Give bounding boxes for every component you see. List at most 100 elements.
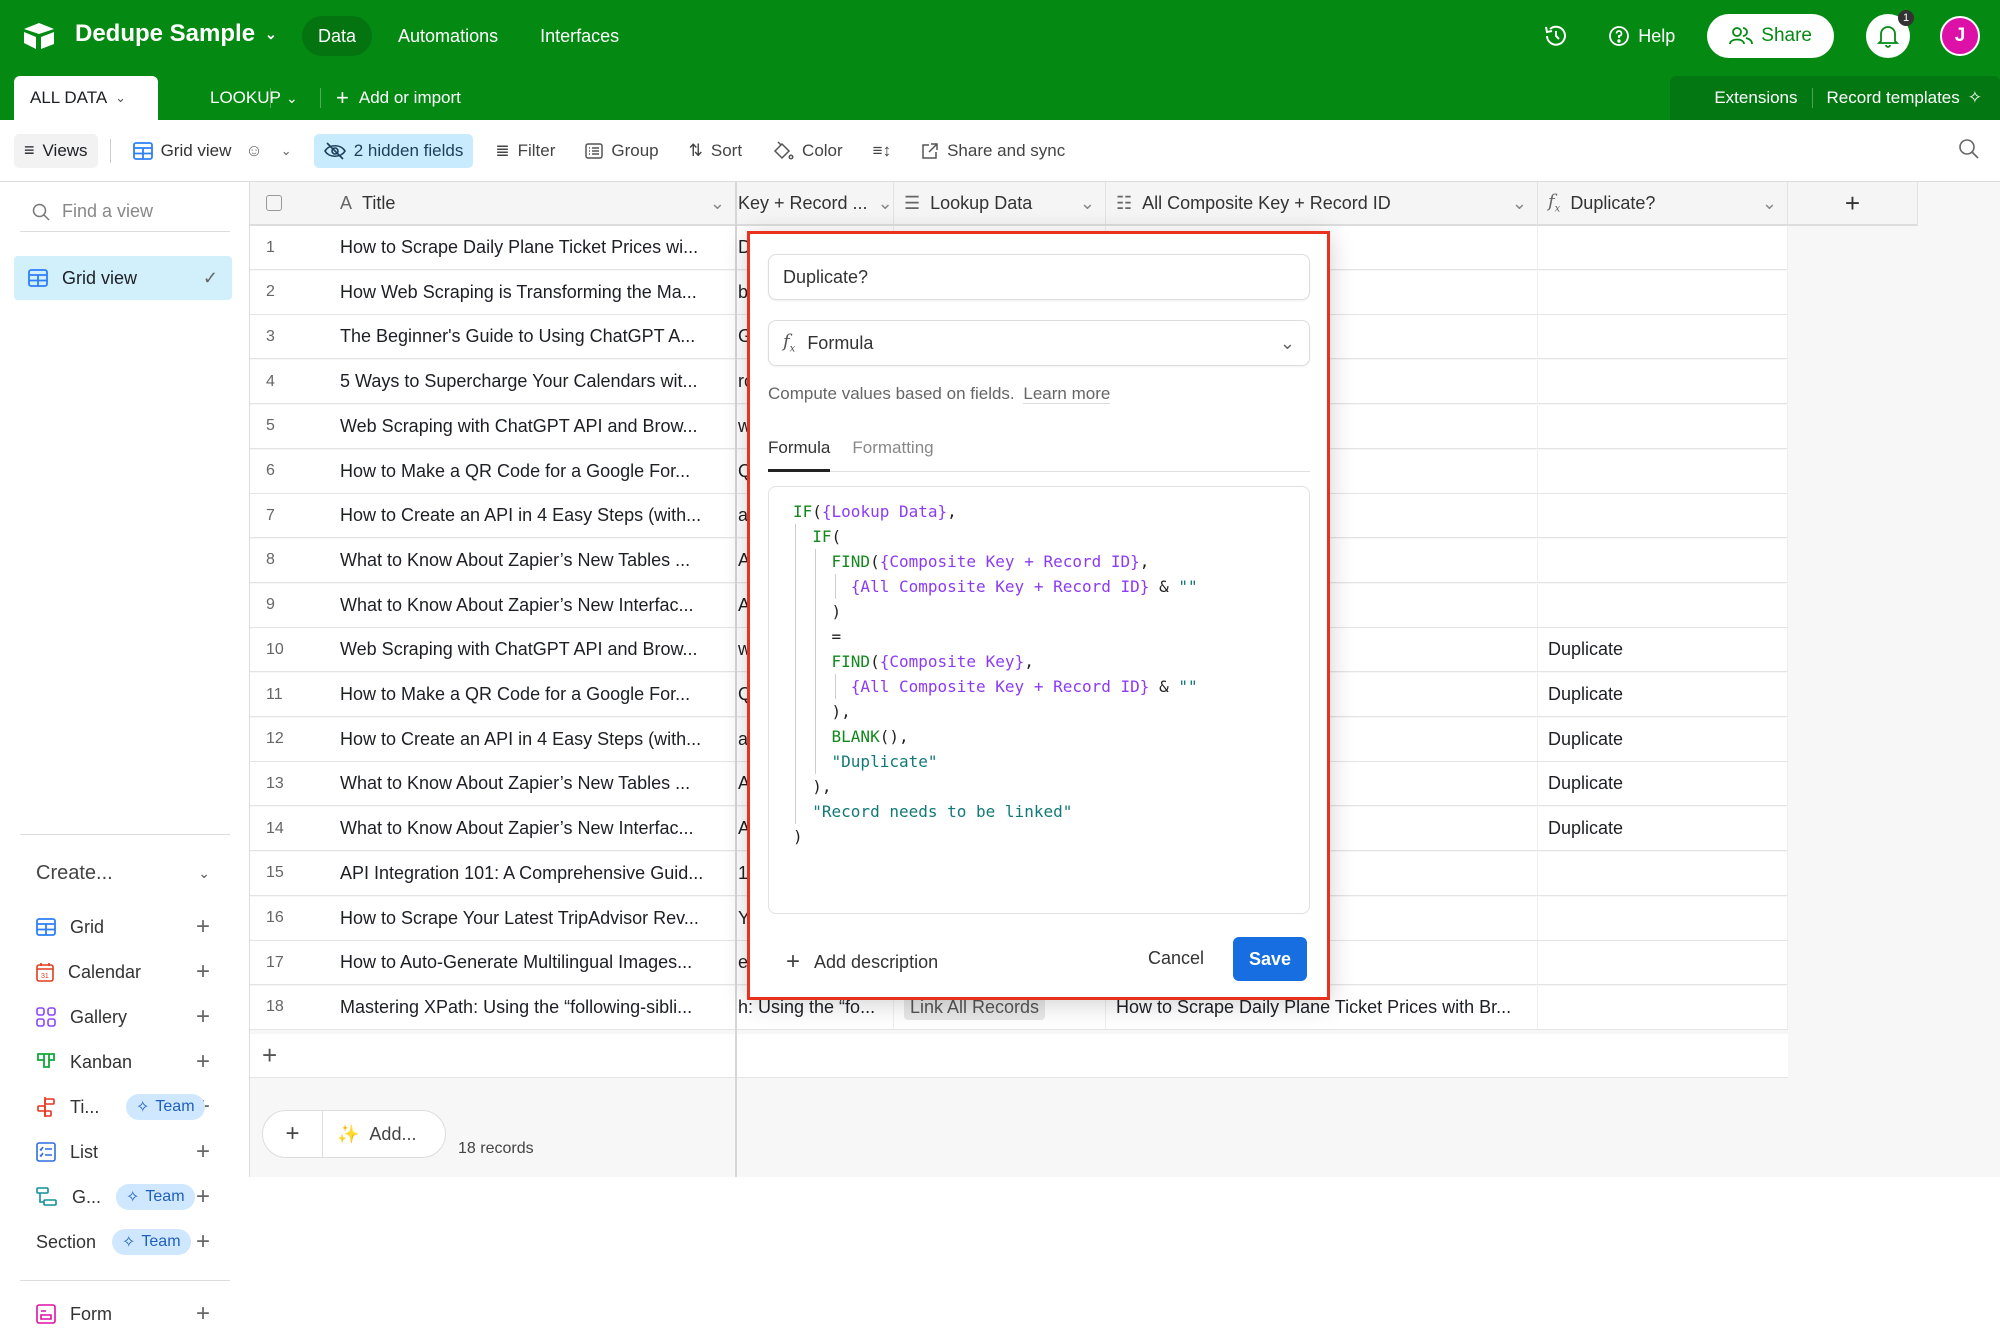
- row-number[interactable]: 15: [250, 851, 330, 896]
- chevron-down-icon[interactable]: ⌄: [878, 193, 893, 214]
- cell-title[interactable]: How Web Scraping is Transforming the Ma.…: [330, 270, 736, 315]
- create-section-toggle[interactable]: Create... ⌄: [36, 862, 210, 885]
- add-record-button[interactable]: +: [263, 1111, 323, 1157]
- field-name-input[interactable]: Duplicate?: [768, 254, 1310, 300]
- record-templates-button[interactable]: Record templates ✧: [1827, 88, 1982, 108]
- tab-formatting[interactable]: Formatting: [852, 438, 933, 472]
- learn-more-link[interactable]: Learn more: [1023, 384, 1111, 404]
- cell-title[interactable]: How to Create an API in 4 Easy Steps (wi…: [330, 717, 736, 762]
- cell-title[interactable]: How to Make a QR Code for a Google For..…: [330, 673, 736, 717]
- row-number[interactable]: 1: [250, 226, 330, 270]
- column-header-all-composite-key[interactable]: ☷ All Composite Key + Record ID ⌄: [1106, 182, 1538, 226]
- create-gallery[interactable]: Gallery +: [36, 1000, 210, 1034]
- plus-icon[interactable]: +: [196, 1230, 210, 1254]
- row-number[interactable]: 16: [250, 896, 330, 941]
- tab-formula[interactable]: Formula: [768, 438, 831, 472]
- row-number[interactable]: 11: [250, 673, 330, 717]
- column-header-lookup-data[interactable]: ☰ Lookup Data ⌄: [894, 182, 1106, 226]
- cell-duplicate[interactable]: [1538, 896, 1788, 941]
- help-button[interactable]: Help: [1608, 25, 1675, 47]
- row-number[interactable]: 6: [250, 449, 330, 494]
- view-switcher[interactable]: Grid view ☺ ⌄: [123, 134, 302, 168]
- chevron-down-icon[interactable]: ⌄: [710, 193, 725, 214]
- row-number[interactable]: 14: [250, 807, 330, 852]
- cell-title[interactable]: What to Know About Zapier’s New Tables .…: [330, 538, 736, 583]
- cell-duplicate[interactable]: [1538, 941, 1788, 986]
- sort-button[interactable]: ⇅ Sort: [679, 134, 752, 168]
- row-number[interactable]: 13: [250, 762, 330, 807]
- cell-title[interactable]: How to Scrape Daily Plane Ticket Prices …: [330, 226, 736, 270]
- create-kanban[interactable]: Kanban +: [36, 1045, 210, 1079]
- cell-title[interactable]: Web Scraping with ChatGPT API and Brow..…: [330, 404, 736, 449]
- plus-icon[interactable]: +: [196, 1302, 210, 1326]
- cell-duplicate[interactable]: [1538, 449, 1788, 494]
- cell-duplicate[interactable]: Duplicate: [1538, 807, 1788, 852]
- find-view-input[interactable]: Find a view: [20, 192, 230, 232]
- row-number[interactable]: 7: [250, 494, 330, 539]
- row-number[interactable]: 3: [250, 315, 330, 360]
- cell-title[interactable]: How to Make a QR Code for a Google For..…: [330, 449, 736, 494]
- cell-duplicate[interactable]: [1538, 315, 1788, 360]
- avatar[interactable]: J: [1940, 16, 1980, 56]
- notifications-button[interactable]: 1: [1866, 10, 1914, 58]
- create-list[interactable]: List +: [36, 1135, 210, 1169]
- cell-title[interactable]: How to Auto-Generate Multilingual Images…: [330, 941, 736, 986]
- cell-duplicate[interactable]: [1538, 404, 1788, 449]
- add-record-row[interactable]: +: [250, 1034, 1788, 1078]
- cell-title[interactable]: What to Know About Zapier’s New Interfac…: [330, 583, 736, 628]
- row-number[interactable]: 2: [250, 270, 330, 315]
- row-number[interactable]: 5: [250, 404, 330, 449]
- cell-title[interactable]: Mastering XPath: Using the “following-si…: [330, 985, 736, 1030]
- hidden-fields-button[interactable]: 2 hidden fields: [313, 133, 474, 168]
- cancel-button[interactable]: Cancel: [1148, 948, 1204, 969]
- row-number[interactable]: 10: [250, 628, 330, 673]
- cell-duplicate[interactable]: [1538, 226, 1788, 270]
- create-timeline[interactable]: Ti... ✧Team +: [36, 1090, 210, 1124]
- row-number[interactable]: 4: [250, 360, 330, 405]
- field-type-select[interactable]: fx Formula ⌄: [768, 320, 1310, 366]
- cell-duplicate[interactable]: [1538, 538, 1788, 583]
- chevron-down-icon[interactable]: ⌄: [1762, 193, 1777, 214]
- add-field-button[interactable]: +: [1788, 182, 1918, 226]
- add-with-ai-button[interactable]: ✨ Add...: [323, 1124, 445, 1145]
- history-icon[interactable]: [1542, 22, 1570, 50]
- cell-duplicate[interactable]: Duplicate: [1538, 717, 1788, 762]
- create-calendar[interactable]: 31 Calendar +: [36, 955, 210, 989]
- chevron-down-icon[interactable]: ⌄: [1080, 193, 1095, 214]
- nav-automations[interactable]: Automations: [382, 16, 514, 56]
- share-sync-button[interactable]: Share and sync: [911, 134, 1075, 168]
- filter-button[interactable]: ≣ Filter: [485, 134, 565, 168]
- cell-duplicate[interactable]: Duplicate: [1538, 628, 1788, 673]
- create-form[interactable]: Form +: [36, 1297, 210, 1331]
- plus-icon[interactable]: +: [196, 1005, 210, 1029]
- plus-icon[interactable]: +: [196, 1140, 210, 1164]
- cell-title[interactable]: The Beginner's Guide to Using ChatGPT A.…: [330, 315, 736, 360]
- create-section[interactable]: Section ✧ Team +: [36, 1225, 210, 1259]
- cell-duplicate[interactable]: [1538, 851, 1788, 896]
- row-number[interactable]: 18: [250, 985, 330, 1030]
- cell-duplicate[interactable]: Duplicate: [1538, 762, 1788, 807]
- sidebar-item-grid-view[interactable]: Grid view ✓: [14, 256, 232, 300]
- column-header-title[interactable]: A Title ⌄: [330, 182, 736, 226]
- column-header-composite-key[interactable]: Key + Record ... ⌄: [736, 182, 894, 226]
- airtable-logo-icon[interactable]: [22, 22, 56, 50]
- cell-title[interactable]: Web Scraping with ChatGPT API and Brow..…: [330, 628, 736, 673]
- plus-icon[interactable]: +: [196, 960, 210, 984]
- row-number[interactable]: 12: [250, 717, 330, 762]
- chevron-down-icon[interactable]: ⌄: [1512, 193, 1527, 214]
- extensions-button[interactable]: Extensions: [1714, 88, 1797, 108]
- cell-duplicate[interactable]: [1538, 494, 1788, 539]
- group-button[interactable]: Group: [575, 134, 668, 168]
- nav-data[interactable]: Data: [302, 16, 373, 56]
- select-all-checkbox[interactable]: [266, 195, 282, 211]
- cell-title[interactable]: What to Know About Zapier’s New Interfac…: [330, 807, 736, 852]
- create-grid[interactable]: Grid +: [36, 910, 210, 944]
- create-gantt[interactable]: G... ✧ Team +: [36, 1180, 210, 1214]
- plus-icon[interactable]: +: [196, 1050, 210, 1074]
- row-number[interactable]: 8: [250, 538, 330, 583]
- cell-title[interactable]: 5 Ways to Supercharge Your Calendars wit…: [330, 360, 736, 405]
- tab-all-data[interactable]: ALL DATA ⌄: [14, 76, 158, 120]
- cell-title[interactable]: What to Know About Zapier’s New Tables .…: [330, 762, 736, 807]
- column-header-duplicate[interactable]: fx Duplicate? ⌄: [1538, 182, 1788, 226]
- formula-editor[interactable]: IF({Lookup Data}, IF( FIND({Composite Ke…: [768, 486, 1310, 914]
